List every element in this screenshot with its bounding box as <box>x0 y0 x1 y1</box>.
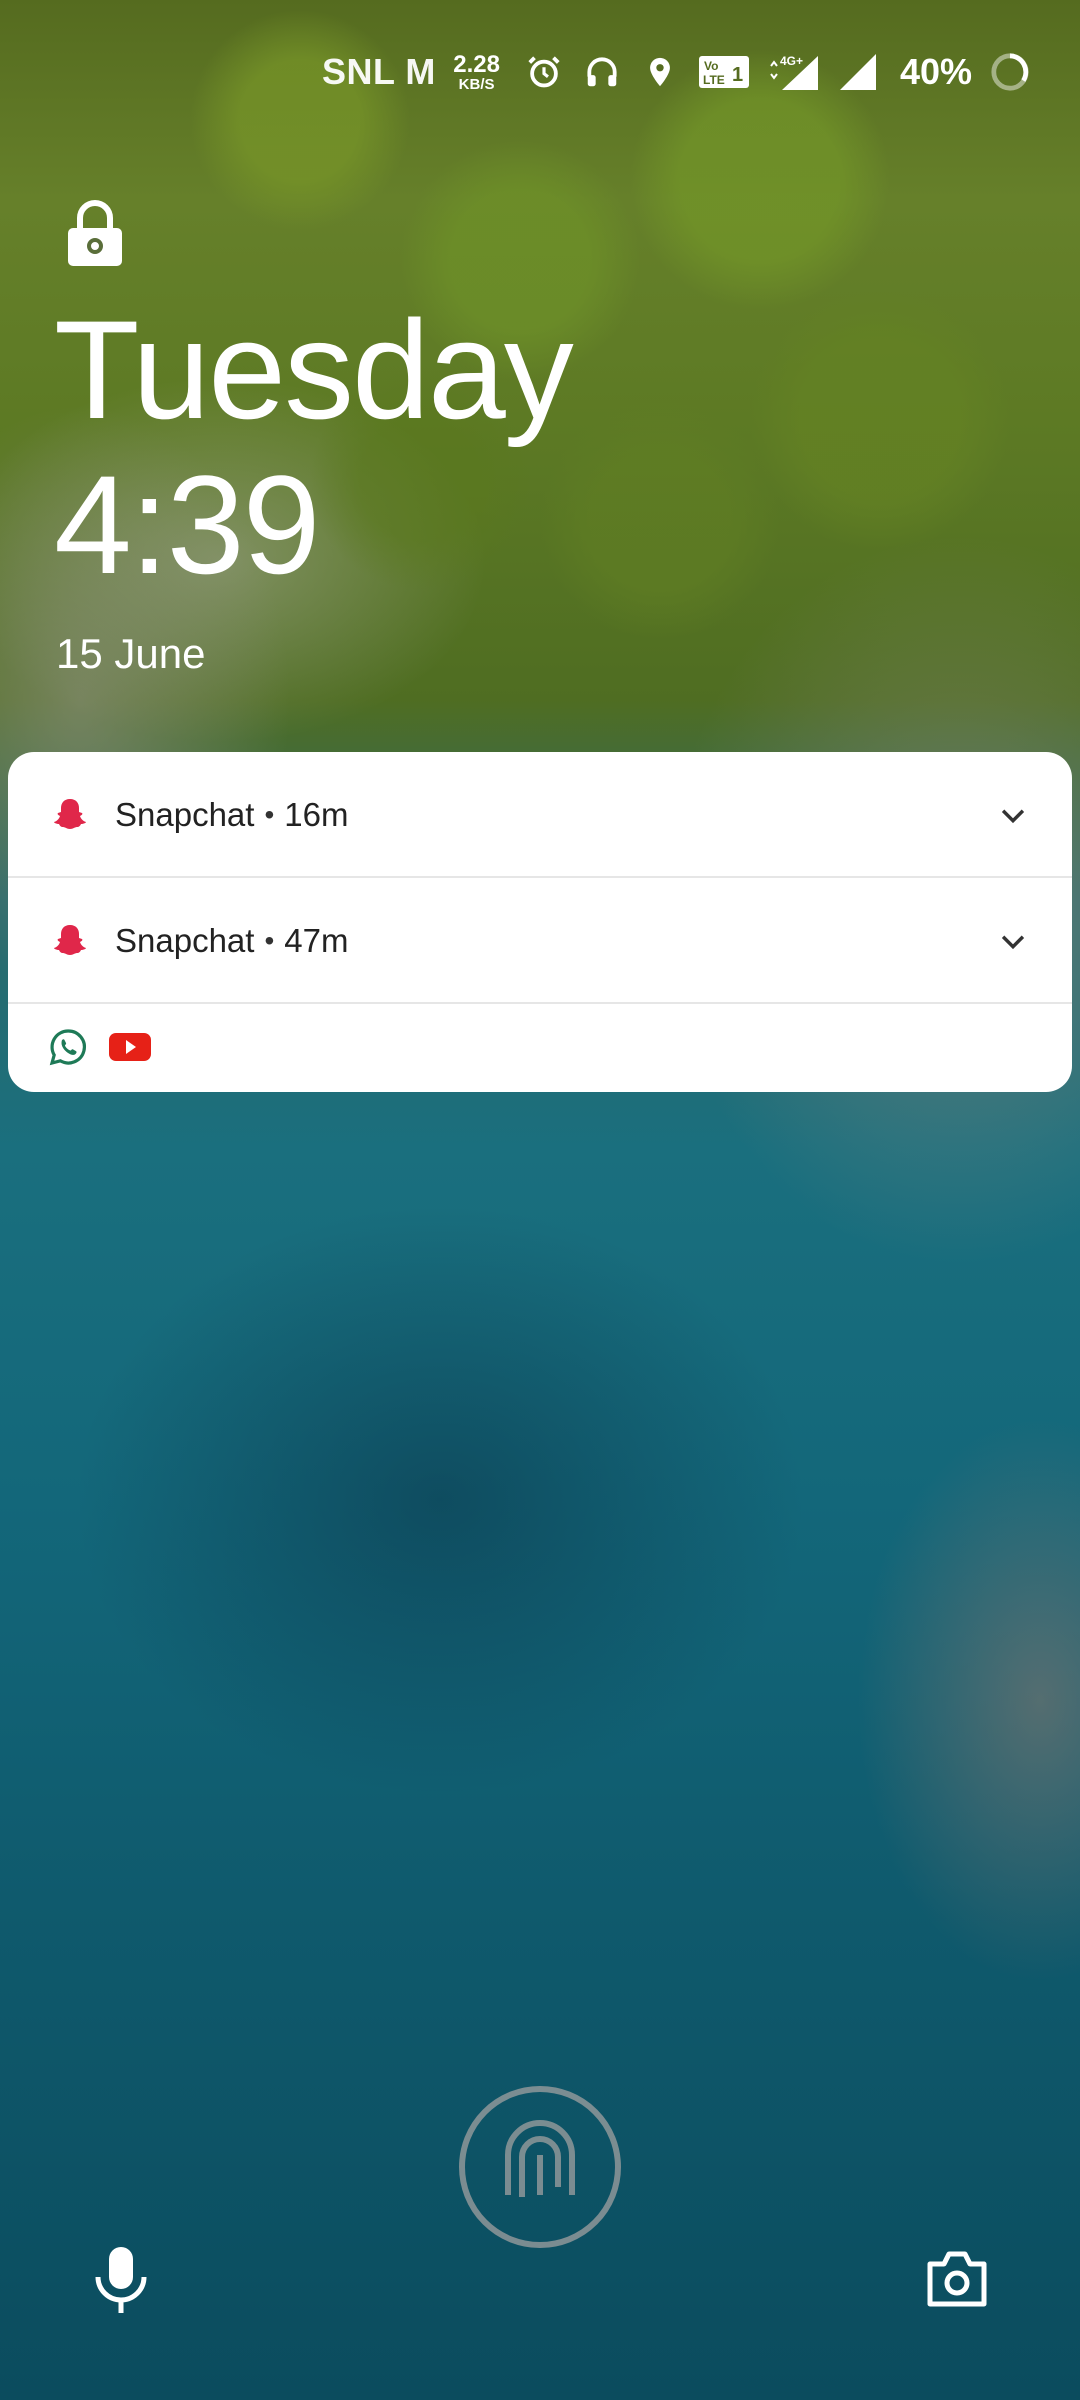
fingerprint-icon[interactable] <box>458 2085 622 2249</box>
chevron-down-icon[interactable] <box>996 798 1030 832</box>
snapchat-icon <box>52 796 88 832</box>
alarm-icon <box>524 52 564 92</box>
volte-icon: Vo LTE 1 <box>698 52 750 92</box>
svg-text:4G+: 4G+ <box>780 54 803 68</box>
notification-card[interactable]: Snapchat • 16m Snapchat • 47m <box>8 752 1072 1092</box>
camera-icon[interactable] <box>924 2248 990 2308</box>
notification-snapchat-1[interactable]: Snapchat • 16m <box>8 752 1072 878</box>
svg-text:1: 1 <box>732 64 743 86</box>
notification-app-name: Snapchat <box>115 922 255 959</box>
status-bar: SNL M 2.28 KB/S Vo LTE 1 4G+ 40% <box>0 40 1080 104</box>
network-speed-value: 2.28 <box>453 50 500 78</box>
signal-4g-icon: 4G+ <box>768 52 820 92</box>
location-icon <box>640 52 680 92</box>
whatsapp-icon <box>48 1027 88 1072</box>
signal-icon <box>838 52 878 92</box>
notification-snapchat-2[interactable]: Snapchat • 47m <box>8 878 1072 1004</box>
lock-icon <box>64 198 126 268</box>
notification-overflow-icons[interactable] <box>8 1004 1072 1092</box>
notification-age: 47m <box>284 922 349 959</box>
svg-text:LTE: LTE <box>703 73 725 87</box>
battery-percentage: 40% <box>899 51 972 92</box>
chevron-down-icon[interactable] <box>996 924 1030 958</box>
clock-time: 4:39 <box>54 446 320 603</box>
network-speed: 2.28 KB/S <box>453 50 500 93</box>
day-of-week: Tuesday <box>54 291 574 448</box>
date-label: 15 June <box>56 630 206 677</box>
carrier-label: SNL M <box>322 51 436 92</box>
notification-separator: • <box>264 925 275 956</box>
headphones-icon <box>582 52 622 92</box>
notification-app-name: Snapchat <box>115 796 255 833</box>
notification-age: 16m <box>284 796 349 833</box>
youtube-icon <box>108 1030 152 1069</box>
network-speed-unit: KB/S <box>458 75 495 93</box>
snapchat-icon <box>52 922 88 958</box>
voice-assistant-mic-icon[interactable] <box>90 2245 152 2315</box>
battery-charging-ring-icon <box>990 52 1030 92</box>
notification-separator: • <box>264 799 275 830</box>
svg-text:Vo: Vo <box>704 59 718 73</box>
